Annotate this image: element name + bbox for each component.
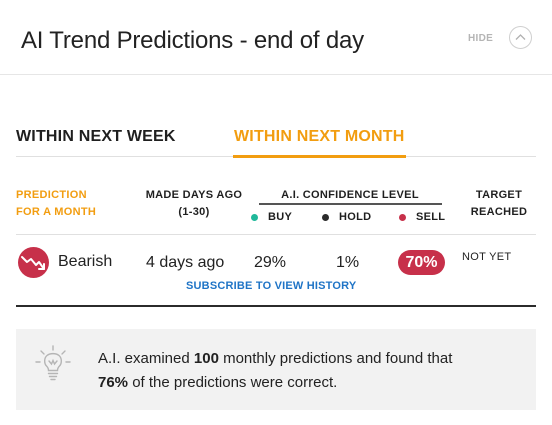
header-confidence: A.I. CONFIDENCE LEVEL (281, 189, 419, 201)
summary-part2: monthly predictions and found that (218, 350, 453, 367)
hold-confidence: 1% (336, 254, 360, 271)
hide-button[interactable]: HIDE (468, 33, 493, 44)
sell-confidence-badge: 70% (398, 250, 445, 275)
header-target-line1: TARGET (475, 189, 523, 201)
summary-percent: 76% (98, 374, 129, 391)
header-prediction-line2: FOR A MONTH (16, 206, 97, 218)
header-prediction-line1: PREDICTION (16, 189, 87, 201)
ai-trend-widget: AI Trend Predictions - end of day HIDE W… (0, 0, 552, 425)
subscribe-history-link[interactable]: SUBSCRIBE TO VIEW HISTORY (186, 280, 356, 292)
summary-part3: of the predictions were correct. (128, 374, 338, 391)
sell-dot-icon (399, 214, 406, 221)
header-divider (16, 234, 536, 235)
legend-buy: BUY (268, 211, 293, 223)
tab-bar: WITHIN NEXT WEEK WITHIN NEXT MONTH (16, 128, 536, 158)
prediction-sentiment: Bearish (58, 253, 113, 270)
legend-sell: SELL (416, 211, 446, 223)
header-target-reached: TARGET REACHED (466, 187, 532, 221)
buy-confidence: 29% (254, 254, 287, 271)
header-made-line1: MADE DAYS AGO (145, 189, 243, 201)
hold-dot-icon (322, 214, 329, 221)
header-made-line2: (1-30) (178, 206, 210, 218)
widget-header: AI Trend Predictions - end of day HIDE (0, 0, 552, 75)
lightbulb-icon (35, 345, 71, 381)
collapse-button[interactable] (509, 26, 532, 49)
chevron-up-icon (515, 34, 526, 40)
tab-next-month[interactable]: WITHIN NEXT MONTH (233, 128, 406, 158)
summary-count: 100 (193, 350, 219, 367)
header-target-line2: REACHED (470, 206, 528, 218)
target-reached-value: NOT YET (462, 251, 512, 263)
legend-hold: HOLD (339, 211, 372, 223)
accuracy-summary: A.I. examined 100 monthly predictions an… (16, 329, 536, 410)
header-made-days-ago: MADE DAYS AGO (1-30) (142, 187, 246, 221)
confidence-divider (259, 203, 442, 205)
tab-next-week[interactable]: WITHIN NEXT WEEK (16, 128, 176, 155)
bearish-trend-icon (18, 247, 49, 278)
buy-dot-icon (251, 214, 258, 221)
made-days-ago-value: 4 days ago (146, 254, 225, 271)
header-prediction: PREDICTION FOR A MONTH (16, 187, 96, 221)
widget-title: AI Trend Predictions - end of day (21, 27, 364, 54)
summary-text: A.I. examined 100 monthly predictions an… (98, 347, 518, 395)
summary-part1: A.I. examined (98, 350, 194, 367)
summary-divider (16, 305, 536, 307)
